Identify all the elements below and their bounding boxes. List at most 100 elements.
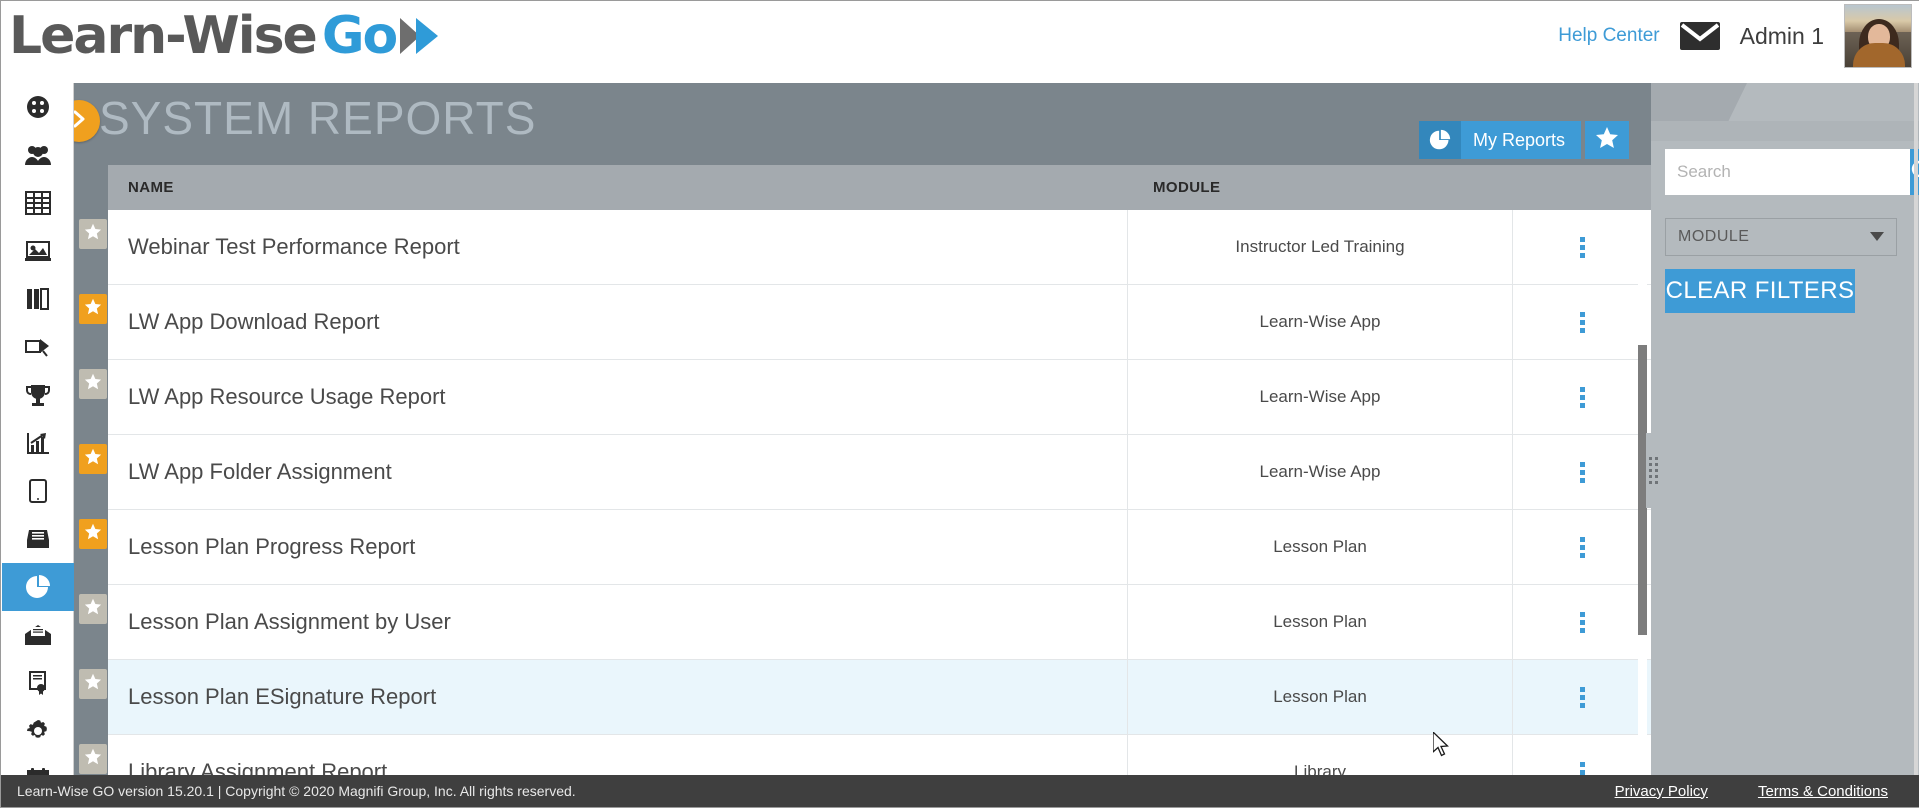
favorite-star-toggle[interactable] (79, 444, 107, 474)
kebab-menu-icon[interactable] (1576, 533, 1589, 562)
people-icon (24, 143, 52, 167)
sidebar-item-messages[interactable] (2, 611, 74, 659)
report-name-cell[interactable]: LW App Folder Assignment (108, 434, 1128, 510)
top-header-bar: Learn-Wise Go Help Center Admin 1 (1, 1, 1919, 83)
table-row[interactable]: LW App Download Report Learn-Wise App (73, 284, 1651, 360)
kebab-menu-icon[interactable] (1576, 308, 1589, 337)
report-name-cell[interactable]: LW App Download Report (108, 284, 1128, 360)
sidebar-item-settings[interactable] (2, 707, 74, 755)
row-actions-cell (1513, 660, 1651, 735)
report-name-cell[interactable]: Library Assignment Report (108, 734, 1128, 776)
report-module-cell: Learn-Wise App (1128, 359, 1513, 435)
row-actions-cell (1513, 435, 1651, 510)
kebab-menu-icon[interactable] (1576, 608, 1589, 637)
favorite-star-toggle[interactable] (79, 519, 107, 549)
table-row[interactable]: Library Assignment Report Library (73, 734, 1651, 777)
tablet-icon (29, 479, 47, 503)
star-icon (84, 523, 102, 545)
kebab-menu-icon[interactable] (1576, 383, 1589, 412)
report-module-cell: Instructor Led Training (1128, 209, 1513, 285)
page-scrollbar[interactable] (1914, 83, 1918, 776)
footer-bar: Learn-Wise GO version 15.20.1 | Copyrigh… (1, 775, 1919, 807)
row-favorite-cell (73, 359, 108, 435)
sidebar-item-reports[interactable] (2, 563, 74, 611)
reports-table: NAME MODULE Webinar Test Performance Rep… (73, 165, 1651, 776)
sidebar-item-users[interactable] (2, 131, 74, 179)
report-module-cell: Learn-Wise App (1128, 284, 1513, 360)
inbox-tray-icon (25, 528, 51, 550)
report-name-cell[interactable]: LW App Resource Usage Report (108, 359, 1128, 435)
kebab-menu-icon[interactable] (1576, 233, 1589, 262)
module-filter-label: MODULE (1678, 228, 1750, 245)
kebab-menu-icon[interactable] (1576, 458, 1589, 487)
favorite-star-toggle[interactable] (79, 669, 107, 699)
star-icon (84, 673, 102, 695)
avatar[interactable] (1844, 4, 1912, 68)
kebab-menu-icon[interactable] (1576, 683, 1589, 712)
filter-panel: MODULE CLEAR FILTERS (1651, 83, 1919, 776)
logo-text-secondary: Go (321, 6, 398, 66)
admin-user-name[interactable]: Admin 1 (1740, 23, 1824, 50)
sidebar-item-analytics[interactable] (2, 419, 74, 467)
row-actions-cell (1513, 735, 1651, 777)
envelope-icon[interactable] (1679, 21, 1720, 51)
favorite-star-toggle[interactable] (79, 744, 107, 774)
sidebar-item-dashboard[interactable] (2, 83, 74, 131)
sidebar-item-grid[interactable] (2, 179, 74, 227)
my-reports-button[interactable]: My Reports (1418, 121, 1581, 159)
row-actions-cell (1513, 360, 1651, 435)
sidebar-item-mobile-app[interactable] (2, 467, 74, 515)
star-icon (84, 223, 102, 245)
row-actions-cell (1513, 210, 1651, 285)
panel-strip-decoration (1651, 121, 1919, 141)
column-header-name[interactable]: NAME (128, 179, 174, 196)
kebab-menu-icon[interactable] (1576, 758, 1589, 777)
table-row[interactable]: Lesson Plan Progress Report Lesson Plan (73, 509, 1651, 585)
terms-conditions-link[interactable]: Terms & Conditions (1758, 783, 1888, 800)
row-actions-cell (1513, 285, 1651, 360)
module-filter-dropdown[interactable]: MODULE (1665, 218, 1897, 256)
privacy-policy-link[interactable]: Privacy Policy (1615, 783, 1708, 800)
table-row[interactable]: Webinar Test Performance Report Instructo… (73, 209, 1651, 285)
star-icon (84, 748, 102, 770)
brand-logo[interactable]: Learn-Wise Go (9, 3, 450, 69)
help-center-link[interactable]: Help Center (1558, 25, 1659, 47)
report-name-cell[interactable]: Webinar Test Performance Report (108, 209, 1128, 285)
page-title: SYSTEM REPORTS (99, 92, 537, 144)
favorites-filter-button[interactable] (1585, 121, 1629, 159)
pie-chart-icon (25, 574, 51, 600)
sidebar-item-certificates[interactable] (2, 659, 74, 707)
grip-dots-icon (1648, 457, 1658, 484)
star-icon (84, 448, 102, 470)
report-name-cell[interactable]: Lesson Plan ESignature Report (108, 659, 1128, 735)
sidebar-item-announcements[interactable] (2, 323, 74, 371)
sidebar-item-presentation[interactable] (2, 227, 74, 275)
star-icon (84, 298, 102, 320)
favorite-star-toggle[interactable] (79, 294, 107, 324)
sidebar-item-archive[interactable] (2, 515, 74, 563)
gauge-icon (25, 94, 51, 120)
row-actions-cell (1513, 510, 1651, 585)
panel-ribbon-decoration (1651, 83, 1919, 121)
column-header-module[interactable]: MODULE (1153, 179, 1220, 196)
books-icon (25, 287, 51, 311)
table-row[interactable]: Lesson Plan Assignment by User Lesson Pla… (73, 584, 1651, 660)
table-row[interactable]: Lesson Plan ESignature Report Lesson Plan (73, 659, 1651, 735)
clear-filters-button[interactable]: CLEAR FILTERS (1665, 269, 1855, 313)
header-right-cluster: Help Center Admin 1 (1558, 1, 1919, 71)
sidebar-item-library[interactable] (2, 275, 74, 323)
sidebar-item-achievements[interactable] (2, 371, 74, 419)
favorite-star-toggle[interactable] (79, 219, 107, 249)
panel-resize-handle[interactable] (1646, 433, 1660, 508)
favorite-star-toggle[interactable] (79, 594, 107, 624)
report-name-cell[interactable]: Lesson Plan Assignment by User (108, 584, 1128, 660)
favorite-star-toggle[interactable] (79, 369, 107, 399)
table-body: Webinar Test Performance Report Instructo… (73, 209, 1651, 777)
row-favorite-cell (73, 659, 108, 735)
star-icon (1595, 126, 1619, 154)
table-row[interactable]: LW App Folder Assignment Learn-Wise App (73, 434, 1651, 510)
table-row[interactable]: LW App Resource Usage Report Learn-Wise A… (73, 359, 1651, 435)
copyright-text: Learn-Wise GO version 15.20.1 | Copyrigh… (17, 783, 576, 799)
search-input[interactable] (1665, 149, 1910, 195)
report-name-cell[interactable]: Lesson Plan Progress Report (108, 509, 1128, 585)
